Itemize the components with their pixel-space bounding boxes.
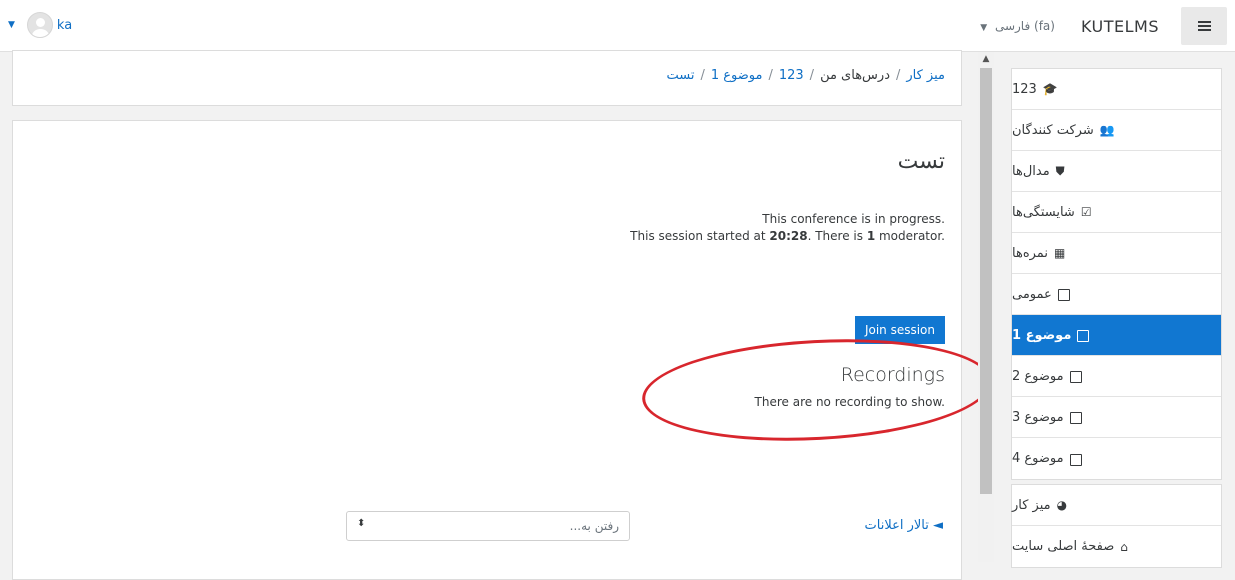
sidebar-item-label: شایستگی‌ها	[1012, 204, 1075, 220]
sidebar-item-topic-3[interactable]: موضوع 3	[1012, 397, 1221, 438]
language-menu[interactable]: ▼ فارسی (fa)	[980, 19, 1055, 33]
sidebar-item-label: موضوع 2	[1012, 368, 1064, 384]
dashboard-icon: ◕	[1056, 498, 1068, 512]
sidebar-item-label: موضوع 1	[1012, 327, 1072, 343]
jump-to-placeholder: رفتن به...	[569, 519, 619, 533]
shield-icon: ⛊	[1055, 163, 1065, 178]
home-icon: ⌂	[1120, 539, 1128, 554]
breadcrumb-my-courses: درس‌های من	[820, 68, 890, 83]
announcements-forum-link[interactable]: ◄ تالار اعلانات	[865, 518, 943, 533]
breadcrumb-topic[interactable]: موضوع 1	[711, 68, 763, 83]
sidebar-item-course[interactable]: 🎓 123	[1012, 69, 1221, 110]
table-icon: ▦	[1053, 246, 1066, 260]
breadcrumb-separator: /	[809, 68, 815, 83]
sidebar-item-topic-4[interactable]: موضوع 4	[1012, 438, 1221, 479]
sidebar-item-label: صفحهٔ اصلی سایت	[1012, 539, 1115, 554]
sidebar-item-grades[interactable]: ▦ نمره‌ها	[1012, 233, 1221, 274]
username[interactable]: ka	[57, 18, 72, 33]
folder-icon	[1069, 453, 1082, 466]
sidebar-item-label: موضوع 4	[1012, 451, 1064, 466]
check-square-icon: ☑	[1080, 205, 1092, 219]
course-nav-group: 🎓 123 👥 شرکت کنندگان ⛊ مدال‌ها ☑ شایستگی…	[1011, 68, 1222, 480]
sidebar-item-label: میز کار	[1012, 497, 1051, 513]
breadcrumb-card: میز کار / درس‌های من / 123 / موضوع 1 / تست	[12, 50, 962, 106]
avatar[interactable]	[26, 12, 53, 38]
sidebar-item-label: نمره‌ها	[1012, 245, 1048, 261]
user-menu[interactable]: ▼ ka	[8, 12, 72, 38]
hamburger-menu-button[interactable]	[1181, 7, 1227, 45]
sidebar-item-topic-1[interactable]: موضوع 1	[1012, 315, 1221, 356]
jump-to-select[interactable]: رفتن به... ⬍	[346, 511, 630, 541]
graduation-cap-icon: 🎓	[1042, 82, 1058, 96]
language-label: فارسی (fa)	[994, 19, 1055, 33]
sidebar-item-label: عمومی	[1012, 286, 1052, 302]
sidebar-item-competencies[interactable]: ☑ شایستگی‌ها	[1012, 192, 1221, 233]
breadcrumb-separator: /	[768, 68, 773, 83]
sidebar-item-site-home[interactable]: ⌂ صفحهٔ اصلی سایت	[1012, 526, 1221, 567]
breadcrumb-dashboard[interactable]: میز کار	[906, 68, 945, 83]
sidebar-item-label: 123	[1012, 81, 1037, 97]
sidebar-item-label: شرکت کنندگان	[1012, 122, 1094, 138]
menu-icon	[1197, 25, 1211, 27]
chevron-down-icon[interactable]: ▼	[8, 20, 15, 30]
folder-icon	[1069, 371, 1082, 383]
scroll-up-arrow-icon[interactable]: ▲	[978, 52, 994, 66]
sidebar-item-participants[interactable]: 👥 شرکت کنندگان	[1012, 110, 1221, 151]
course-nav-drawer: 🎓 123 👥 شرکت کنندگان ⛊ مدال‌ها ☑ شایستگی…	[1011, 68, 1222, 572]
session-start-time: 20:28	[769, 229, 808, 243]
scrollbar[interactable]: ▲	[978, 52, 994, 562]
session-status: This conference is in progress. This ses…	[630, 211, 945, 245]
status-line-2: This session started at 20:28. There is …	[630, 229, 945, 243]
folder-icon	[1069, 412, 1082, 424]
sidebar-item-label: مدال‌ها	[1012, 163, 1050, 179]
moderator-count: 1	[866, 229, 876, 243]
sidebar-item-dashboard[interactable]: ◕ میز کار	[1012, 485, 1221, 526]
sidebar-item-topic-2[interactable]: موضوع 2	[1012, 356, 1221, 397]
sidebar-item-label: موضوع 3	[1012, 409, 1064, 425]
status-line-1: This conference is in progress.	[762, 212, 945, 226]
scrollbar-thumb[interactable]	[980, 68, 992, 494]
site-nav-group: ◕ میز کار ⌂ صفحهٔ اصلی سایت	[1011, 484, 1222, 568]
breadcrumb-separator: /	[895, 68, 901, 83]
select-arrows-icon: ⬍	[357, 518, 366, 529]
breadcrumb: میز کار / درس‌های من / 123 / موضوع 1 / تست	[666, 68, 945, 83]
site-brand[interactable]: KUTELMS	[1081, 17, 1159, 36]
sidebar-item-badges[interactable]: ⛊ مدال‌ها	[1012, 151, 1221, 192]
chevron-down-icon: ▼	[980, 23, 988, 33]
breadcrumb-separator: /	[700, 68, 705, 83]
top-navbar: ▼ ka ▼ فارسی (fa) KUTELMS	[0, 0, 1235, 52]
folder-icon	[1077, 330, 1090, 342]
breadcrumb-current[interactable]: تست	[666, 68, 694, 83]
sidebar-item-general[interactable]: عمومی	[1012, 274, 1221, 315]
page-title: تست	[897, 149, 945, 174]
folder-icon	[1057, 289, 1070, 301]
brand-area: ▼ فارسی (fa) KUTELMS	[980, 0, 1235, 52]
users-icon: 👥	[1099, 123, 1115, 137]
breadcrumb-course[interactable]: 123	[779, 68, 804, 83]
